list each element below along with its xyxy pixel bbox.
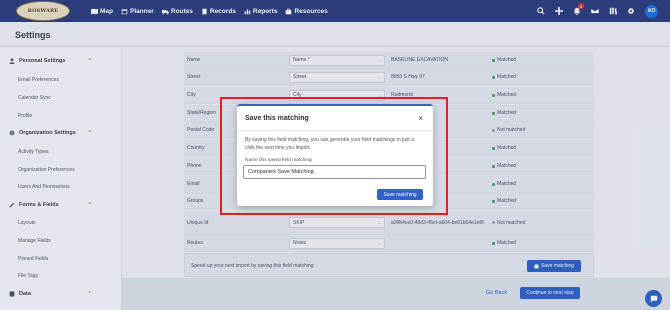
- dialog-title: Save this matching: [245, 115, 309, 122]
- dialog-divider: [237, 130, 433, 131]
- matching-name-input[interactable]: Companies Save Matching: [243, 165, 426, 179]
- dialog-description: By saving this field matching, you can g…: [245, 137, 414, 151]
- save-matching-dialog: Save this matching × By saving this fiel…: [237, 104, 433, 206]
- close-icon[interactable]: ×: [418, 114, 423, 123]
- matching-name-label: Name this saved field matching: [245, 158, 312, 163]
- dialog-save-button[interactable]: Save matching: [377, 189, 423, 200]
